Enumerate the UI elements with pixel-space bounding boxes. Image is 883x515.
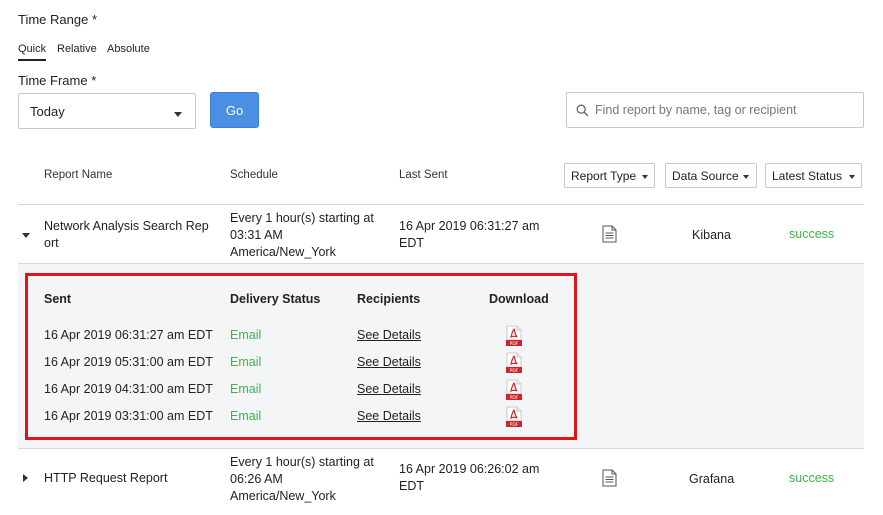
history-sent: 16 Apr 2019 03:31:00 am EDT — [44, 409, 213, 423]
history-header-download: Download — [489, 292, 549, 306]
tab-quick[interactable]: Quick — [18, 43, 46, 55]
pdf-download-icon[interactable]: PDF — [505, 379, 523, 401]
report-name-line: ort — [44, 236, 59, 250]
pdf-download-icon[interactable]: PDF — [505, 325, 523, 347]
time-range-label: Time Range * — [18, 12, 97, 27]
delivery-status: Email — [230, 409, 262, 423]
pdf-icon-label: PDF — [510, 395, 519, 401]
document-icon — [602, 225, 617, 243]
history-sent: 16 Apr 2019 04:31:00 am EDT — [44, 382, 213, 396]
delivery-status: Email — [230, 355, 262, 369]
schedule-line: America/New_York — [230, 489, 336, 503]
report-type-filter-label: Report Type — [571, 169, 637, 183]
report-name-line: Network Analysis Search Rep — [44, 219, 209, 233]
history-header-delivery-status: Delivery Status — [230, 292, 321, 306]
schedule: Every 1 hour(s) starting at 03:31 AM Ame… — [230, 210, 395, 261]
last-sent-line: EDT — [399, 479, 424, 493]
collapse-caret-icon[interactable] — [22, 233, 30, 238]
column-header-report-name: Report Name — [44, 169, 113, 181]
status-badge: success — [789, 227, 835, 241]
schedule-line: 03:31 AM — [230, 228, 283, 242]
report-name: HTTP Request Report — [44, 471, 168, 485]
go-button[interactable]: Go — [210, 92, 259, 128]
data-source: Grafana — [689, 472, 735, 486]
delivery-status: Email — [230, 328, 262, 342]
tab-absolute[interactable]: Absolute — [107, 43, 150, 55]
status-badge: success — [789, 471, 835, 485]
history-sent: 16 Apr 2019 06:31:27 am EDT — [44, 328, 213, 342]
time-frame-label: Time Frame * — [18, 73, 97, 88]
latest-status-filter-label: Latest Status — [772, 169, 843, 183]
data-source-filter[interactable]: Data Source — [665, 163, 757, 188]
see-details-link[interactable]: See Details — [357, 355, 421, 369]
search-input[interactable]: Find report by name, tag or recipient — [566, 92, 864, 128]
last-sent: 16 Apr 2019 06:26:02 am EDT — [399, 461, 559, 495]
schedule-line: Every 1 hour(s) starting at — [230, 211, 374, 225]
last-sent-line: 16 Apr 2019 06:31:27 am — [399, 219, 540, 233]
history-header-recipients: Recipients — [357, 292, 421, 306]
document-icon — [602, 469, 617, 487]
search-placeholder: Find report by name, tag or recipient — [595, 103, 797, 117]
see-details-link[interactable]: See Details — [357, 382, 421, 396]
divider — [18, 204, 864, 205]
see-details-link[interactable]: See Details — [357, 409, 421, 423]
pdf-icon-label: PDF — [510, 368, 519, 374]
last-sent: 16 Apr 2019 06:31:27 am EDT — [399, 218, 559, 252]
time-frame-select[interactable]: Today — [18, 93, 196, 129]
last-sent-line: EDT — [399, 236, 424, 250]
schedule-line: Every 1 hour(s) starting at — [230, 455, 374, 469]
last-sent-line: 16 Apr 2019 06:26:02 am — [399, 462, 540, 476]
chevron-down-icon — [849, 175, 855, 179]
schedule-line: 06:26 AM — [230, 472, 283, 486]
expand-caret-icon[interactable] — [23, 474, 28, 482]
chevron-down-icon — [642, 175, 648, 179]
time-frame-value: Today — [30, 104, 65, 119]
tab-relative[interactable]: Relative — [57, 43, 97, 55]
chevron-down-icon — [174, 112, 182, 117]
latest-status-filter[interactable]: Latest Status — [765, 163, 862, 188]
delivery-status: Email — [230, 382, 262, 396]
history-header-sent: Sent — [44, 292, 72, 306]
pdf-download-icon[interactable]: PDF — [505, 352, 523, 374]
active-tab-indicator — [18, 59, 46, 61]
report-name: Network Analysis Search Rep ort — [44, 218, 219, 252]
data-source: Kibana — [692, 228, 731, 242]
schedule: Every 1 hour(s) starting at 06:26 AM Ame… — [230, 454, 395, 505]
report-type-filter[interactable]: Report Type — [564, 163, 655, 188]
column-header-schedule: Schedule — [230, 169, 278, 181]
pdf-icon-label: PDF — [510, 341, 519, 347]
pdf-download-icon[interactable]: PDF — [505, 406, 523, 428]
data-source-filter-label: Data Source — [672, 169, 739, 183]
see-details-link[interactable]: See Details — [357, 328, 421, 342]
chevron-down-icon — [743, 175, 749, 179]
pdf-icon-label: PDF — [510, 422, 519, 428]
column-header-last-sent: Last Sent — [399, 169, 448, 181]
schedule-line: America/New_York — [230, 245, 336, 259]
history-sent: 16 Apr 2019 05:31:00 am EDT — [44, 355, 213, 369]
divider — [18, 448, 864, 449]
search-icon — [576, 104, 589, 117]
